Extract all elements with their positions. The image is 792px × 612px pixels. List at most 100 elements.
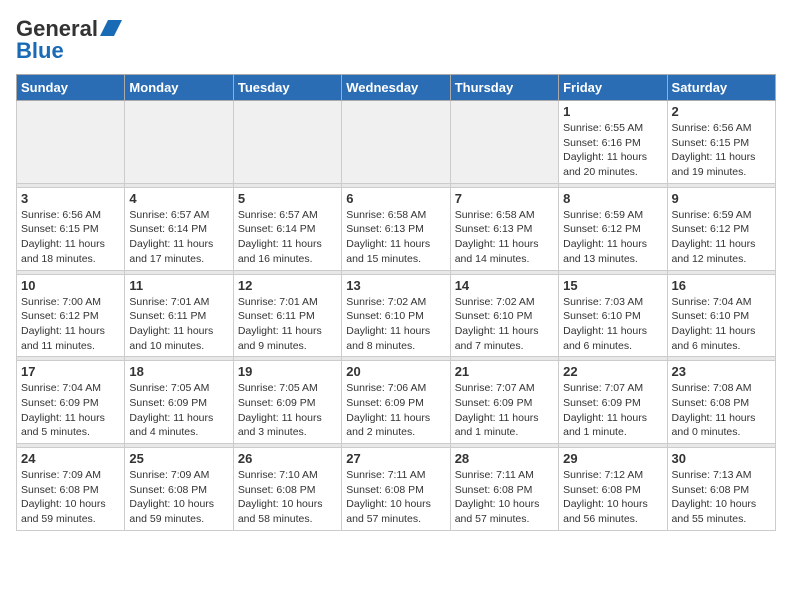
calendar-cell: 19 Sunrise: 7:05 AMSunset: 6:09 PMDayligh… — [233, 361, 341, 444]
day-info: Sunrise: 7:04 AMSunset: 6:09 PMDaylight:… — [21, 381, 120, 440]
day-info: Sunrise: 7:09 AMSunset: 6:08 PMDaylight:… — [129, 468, 228, 527]
calendar-cell: 7 Sunrise: 6:58 AMSunset: 6:13 PMDaylight… — [450, 187, 558, 270]
calendar-cell: 1 Sunrise: 6:55 AMSunset: 6:16 PMDaylight… — [559, 101, 667, 184]
day-info: Sunrise: 7:02 AMSunset: 6:10 PMDaylight:… — [346, 295, 445, 354]
day-number: 25 — [129, 451, 228, 466]
day-number: 17 — [21, 364, 120, 379]
day-info: Sunrise: 7:01 AMSunset: 6:11 PMDaylight:… — [238, 295, 337, 354]
calendar-week-row: 10 Sunrise: 7:00 AMSunset: 6:12 PMDayligh… — [17, 274, 776, 357]
day-info: Sunrise: 7:03 AMSunset: 6:10 PMDaylight:… — [563, 295, 662, 354]
calendar-cell — [342, 101, 450, 184]
day-info: Sunrise: 6:58 AMSunset: 6:13 PMDaylight:… — [455, 208, 554, 267]
calendar-cell: 22Sunrise: 7:07 AMSunset: 6:09 PMDayligh… — [559, 361, 667, 444]
page-container: General Blue SundayMondayTuesdayWednesda… — [0, 0, 792, 541]
day-info: Sunrise: 7:07 AMSunset: 6:09 PMDaylight:… — [455, 381, 554, 440]
calendar-cell — [17, 101, 125, 184]
calendar-cell: 3Sunrise: 6:56 AMSunset: 6:15 PMDaylight… — [17, 187, 125, 270]
day-info: Sunrise: 7:11 AMSunset: 6:08 PMDaylight:… — [346, 468, 445, 527]
day-info: Sunrise: 7:07 AMSunset: 6:09 PMDaylight:… — [563, 381, 662, 440]
calendar-cell: 2 Sunrise: 6:56 AMSunset: 6:15 PMDaylight… — [667, 101, 775, 184]
day-info: Sunrise: 7:00 AMSunset: 6:12 PMDaylight:… — [21, 295, 120, 354]
day-info: Sunrise: 7:12 AMSunset: 6:08 PMDaylight:… — [563, 468, 662, 527]
calendar-cell: 23 Sunrise: 7:08 AMSunset: 6:08 PMDayligh… — [667, 361, 775, 444]
day-number: 8 — [563, 191, 662, 206]
calendar-cell: 30 Sunrise: 7:13 AMSunset: 6:08 PMDayligh… — [667, 448, 775, 531]
calendar-week-row: 1 Sunrise: 6:55 AMSunset: 6:16 PMDaylight… — [17, 101, 776, 184]
day-number: 13 — [346, 278, 445, 293]
day-number: 16 — [672, 278, 771, 293]
header: General Blue — [16, 16, 776, 64]
calendar-cell: 26 Sunrise: 7:10 AMSunset: 6:08 PMDayligh… — [233, 448, 341, 531]
day-info: Sunrise: 7:05 AMSunset: 6:09 PMDaylight:… — [238, 381, 337, 440]
day-number: 2 — [672, 104, 771, 119]
weekday-header: Friday — [559, 75, 667, 101]
logo-blue-text: Blue — [16, 38, 64, 63]
calendar-cell: 27 Sunrise: 7:11 AMSunset: 6:08 PMDayligh… — [342, 448, 450, 531]
calendar-cell: 13 Sunrise: 7:02 AMSunset: 6:10 PMDayligh… — [342, 274, 450, 357]
calendar-week-row: 3Sunrise: 6:56 AMSunset: 6:15 PMDaylight… — [17, 187, 776, 270]
day-info: Sunrise: 7:10 AMSunset: 6:08 PMDaylight:… — [238, 468, 337, 527]
day-info: Sunrise: 7:05 AMSunset: 6:09 PMDaylight:… — [129, 381, 228, 440]
calendar-cell: 18 Sunrise: 7:05 AMSunset: 6:09 PMDayligh… — [125, 361, 233, 444]
day-number: 26 — [238, 451, 337, 466]
day-info: Sunrise: 7:02 AMSunset: 6:10 PMDaylight:… — [455, 295, 554, 354]
calendar-cell: 16 Sunrise: 7:04 AMSunset: 6:10 PMDayligh… — [667, 274, 775, 357]
day-number: 10 — [21, 278, 120, 293]
calendar-cell — [233, 101, 341, 184]
logo: General Blue — [16, 16, 122, 64]
day-info: Sunrise: 6:57 AMSunset: 6:14 PMDaylight:… — [238, 208, 337, 267]
day-info: Sunrise: 6:55 AMSunset: 6:16 PMDaylight:… — [563, 121, 662, 180]
calendar-week-row: 24 Sunrise: 7:09 AMSunset: 6:08 PMDayligh… — [17, 448, 776, 531]
calendar-week-row: 17 Sunrise: 7:04 AMSunset: 6:09 PMDayligh… — [17, 361, 776, 444]
day-number: 30 — [672, 451, 771, 466]
day-number: 6 — [346, 191, 445, 206]
calendar-cell: 9Sunrise: 6:59 AMSunset: 6:12 PMDaylight… — [667, 187, 775, 270]
day-info: Sunrise: 6:57 AMSunset: 6:14 PMDaylight:… — [129, 208, 228, 267]
calendar-cell: 12Sunrise: 7:01 AMSunset: 6:11 PMDayligh… — [233, 274, 341, 357]
day-info: Sunrise: 7:08 AMSunset: 6:08 PMDaylight:… — [672, 381, 771, 440]
day-info: Sunrise: 6:56 AMSunset: 6:15 PMDaylight:… — [672, 121, 771, 180]
calendar-cell: 4 Sunrise: 6:57 AMSunset: 6:14 PMDaylight… — [125, 187, 233, 270]
day-number: 15 — [563, 278, 662, 293]
day-number: 4 — [129, 191, 228, 206]
weekday-header: Thursday — [450, 75, 558, 101]
calendar-cell: 25 Sunrise: 7:09 AMSunset: 6:08 PMDayligh… — [125, 448, 233, 531]
calendar-cell: 24Sunrise: 7:09 AMSunset: 6:08 PMDayligh… — [17, 448, 125, 531]
calendar-cell — [125, 101, 233, 184]
day-number: 24 — [21, 451, 120, 466]
calendar-cell: 17 Sunrise: 7:04 AMSunset: 6:09 PMDayligh… — [17, 361, 125, 444]
day-number: 23 — [672, 364, 771, 379]
day-info: Sunrise: 6:58 AMSunset: 6:13 PMDaylight:… — [346, 208, 445, 267]
weekday-header: Saturday — [667, 75, 775, 101]
day-info: Sunrise: 6:59 AMSunset: 6:12 PMDaylight:… — [672, 208, 771, 267]
day-info: Sunrise: 7:04 AMSunset: 6:10 PMDaylight:… — [672, 295, 771, 354]
logo-icon — [100, 18, 122, 38]
calendar-cell: 8Sunrise: 6:59 AMSunset: 6:12 PMDaylight… — [559, 187, 667, 270]
day-info: Sunrise: 7:06 AMSunset: 6:09 PMDaylight:… — [346, 381, 445, 440]
calendar-cell: 21Sunrise: 7:07 AMSunset: 6:09 PMDayligh… — [450, 361, 558, 444]
calendar-cell: 6 Sunrise: 6:58 AMSunset: 6:13 PMDaylight… — [342, 187, 450, 270]
calendar-cell — [450, 101, 558, 184]
day-number: 11 — [129, 278, 228, 293]
calendar-cell: 14 Sunrise: 7:02 AMSunset: 6:10 PMDayligh… — [450, 274, 558, 357]
weekday-header-row: SundayMondayTuesdayWednesdayThursdayFrid… — [17, 75, 776, 101]
day-number: 1 — [563, 104, 662, 119]
day-number: 3 — [21, 191, 120, 206]
weekday-header: Tuesday — [233, 75, 341, 101]
day-info: Sunrise: 7:01 AMSunset: 6:11 PMDaylight:… — [129, 295, 228, 354]
calendar-table: SundayMondayTuesdayWednesdayThursdayFrid… — [16, 74, 776, 531]
day-number: 29 — [563, 451, 662, 466]
weekday-header: Sunday — [17, 75, 125, 101]
calendar-cell: 28Sunrise: 7:11 AMSunset: 6:08 PMDayligh… — [450, 448, 558, 531]
day-number: 5 — [238, 191, 337, 206]
day-number: 14 — [455, 278, 554, 293]
day-number: 19 — [238, 364, 337, 379]
day-number: 7 — [455, 191, 554, 206]
day-info: Sunrise: 7:13 AMSunset: 6:08 PMDaylight:… — [672, 468, 771, 527]
calendar-cell: 10 Sunrise: 7:00 AMSunset: 6:12 PMDayligh… — [17, 274, 125, 357]
day-number: 18 — [129, 364, 228, 379]
day-number: 27 — [346, 451, 445, 466]
day-number: 20 — [346, 364, 445, 379]
calendar-cell: 29 Sunrise: 7:12 AMSunset: 6:08 PMDayligh… — [559, 448, 667, 531]
calendar-cell: 5 Sunrise: 6:57 AMSunset: 6:14 PMDaylight… — [233, 187, 341, 270]
